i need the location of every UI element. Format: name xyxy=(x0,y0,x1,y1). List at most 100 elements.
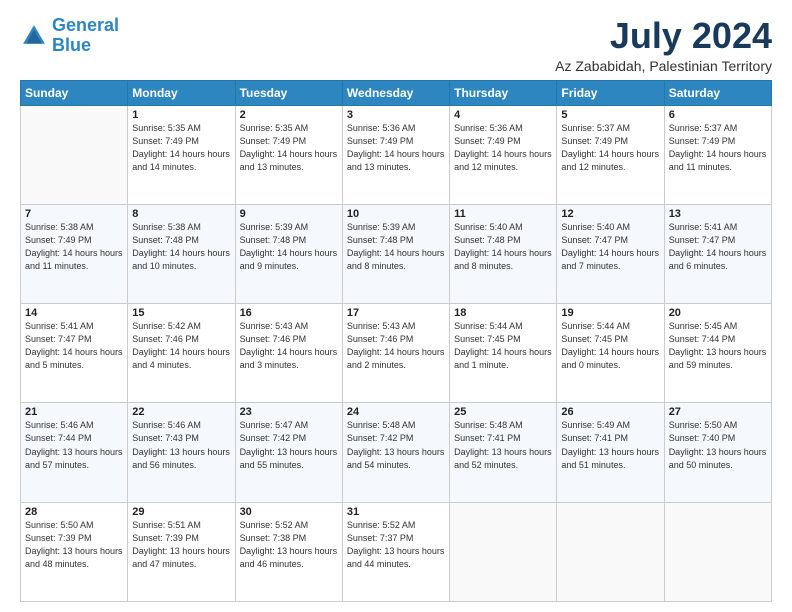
day-number: 24 xyxy=(347,406,445,418)
day-info: Sunrise: 5:47 AM Sunset: 7:42 PM Dayligh… xyxy=(240,419,338,471)
day-number: 5 xyxy=(561,109,659,121)
header-tuesday: Tuesday xyxy=(235,80,342,105)
table-row xyxy=(664,502,771,601)
day-info: Sunrise: 5:49 AM Sunset: 7:41 PM Dayligh… xyxy=(561,419,659,471)
table-row: 28 Sunrise: 5:50 AM Sunset: 7:39 PM Dayl… xyxy=(21,502,128,601)
header-saturday: Saturday xyxy=(664,80,771,105)
table-row: 9 Sunrise: 5:39 AM Sunset: 7:48 PM Dayli… xyxy=(235,204,342,303)
header: General Blue July 2024 Az Zababidah, Pal… xyxy=(20,16,772,74)
table-row: 4 Sunrise: 5:36 AM Sunset: 7:49 PM Dayli… xyxy=(450,105,557,204)
logo-blue: Blue xyxy=(52,35,91,55)
day-number: 16 xyxy=(240,307,338,319)
day-number: 26 xyxy=(561,406,659,418)
table-row: 31 Sunrise: 5:52 AM Sunset: 7:37 PM Dayl… xyxy=(342,502,449,601)
day-info: Sunrise: 5:43 AM Sunset: 7:46 PM Dayligh… xyxy=(347,320,445,372)
logo-icon xyxy=(20,22,48,50)
day-info: Sunrise: 5:38 AM Sunset: 7:48 PM Dayligh… xyxy=(132,221,230,273)
day-number: 11 xyxy=(454,208,552,220)
day-number: 25 xyxy=(454,406,552,418)
logo: General Blue xyxy=(20,16,119,56)
table-row: 23 Sunrise: 5:47 AM Sunset: 7:42 PM Dayl… xyxy=(235,403,342,502)
table-row: 25 Sunrise: 5:48 AM Sunset: 7:41 PM Dayl… xyxy=(450,403,557,502)
logo-text: General Blue xyxy=(52,16,119,56)
table-row: 20 Sunrise: 5:45 AM Sunset: 7:44 PM Dayl… xyxy=(664,304,771,403)
table-row: 29 Sunrise: 5:51 AM Sunset: 7:39 PM Dayl… xyxy=(128,502,235,601)
table-row: 12 Sunrise: 5:40 AM Sunset: 7:47 PM Dayl… xyxy=(557,204,664,303)
day-info: Sunrise: 5:35 AM Sunset: 7:49 PM Dayligh… xyxy=(132,122,230,174)
day-info: Sunrise: 5:36 AM Sunset: 7:49 PM Dayligh… xyxy=(347,122,445,174)
table-row: 11 Sunrise: 5:40 AM Sunset: 7:48 PM Dayl… xyxy=(450,204,557,303)
day-number: 1 xyxy=(132,109,230,121)
calendar-row: 14 Sunrise: 5:41 AM Sunset: 7:47 PM Dayl… xyxy=(21,304,772,403)
day-number: 9 xyxy=(240,208,338,220)
table-row: 19 Sunrise: 5:44 AM Sunset: 7:45 PM Dayl… xyxy=(557,304,664,403)
day-info: Sunrise: 5:42 AM Sunset: 7:46 PM Dayligh… xyxy=(132,320,230,372)
day-number: 14 xyxy=(25,307,123,319)
day-number: 13 xyxy=(669,208,767,220)
day-info: Sunrise: 5:36 AM Sunset: 7:49 PM Dayligh… xyxy=(454,122,552,174)
table-row: 21 Sunrise: 5:46 AM Sunset: 7:44 PM Dayl… xyxy=(21,403,128,502)
header-monday: Monday xyxy=(128,80,235,105)
day-info: Sunrise: 5:52 AM Sunset: 7:38 PM Dayligh… xyxy=(240,519,338,571)
day-number: 8 xyxy=(132,208,230,220)
day-number: 17 xyxy=(347,307,445,319)
day-number: 10 xyxy=(347,208,445,220)
day-number: 3 xyxy=(347,109,445,121)
table-row xyxy=(21,105,128,204)
title-block: July 2024 Az Zababidah, Palestinian Terr… xyxy=(555,16,772,74)
table-row: 30 Sunrise: 5:52 AM Sunset: 7:38 PM Dayl… xyxy=(235,502,342,601)
day-number: 2 xyxy=(240,109,338,121)
day-info: Sunrise: 5:41 AM Sunset: 7:47 PM Dayligh… xyxy=(669,221,767,273)
day-info: Sunrise: 5:48 AM Sunset: 7:41 PM Dayligh… xyxy=(454,419,552,471)
table-row xyxy=(557,502,664,601)
day-number: 20 xyxy=(669,307,767,319)
calendar: Sunday Monday Tuesday Wednesday Thursday… xyxy=(20,80,772,602)
calendar-header-row: Sunday Monday Tuesday Wednesday Thursday… xyxy=(21,80,772,105)
table-row: 8 Sunrise: 5:38 AM Sunset: 7:48 PM Dayli… xyxy=(128,204,235,303)
logo-general: General xyxy=(52,15,119,35)
day-number: 12 xyxy=(561,208,659,220)
day-info: Sunrise: 5:41 AM Sunset: 7:47 PM Dayligh… xyxy=(25,320,123,372)
table-row: 27 Sunrise: 5:50 AM Sunset: 7:40 PM Dayl… xyxy=(664,403,771,502)
day-info: Sunrise: 5:44 AM Sunset: 7:45 PM Dayligh… xyxy=(561,320,659,372)
day-info: Sunrise: 5:37 AM Sunset: 7:49 PM Dayligh… xyxy=(561,122,659,174)
day-info: Sunrise: 5:45 AM Sunset: 7:44 PM Dayligh… xyxy=(669,320,767,372)
day-info: Sunrise: 5:37 AM Sunset: 7:49 PM Dayligh… xyxy=(669,122,767,174)
day-number: 23 xyxy=(240,406,338,418)
table-row: 1 Sunrise: 5:35 AM Sunset: 7:49 PM Dayli… xyxy=(128,105,235,204)
location-title: Az Zababidah, Palestinian Territory xyxy=(555,58,772,74)
table-row: 24 Sunrise: 5:48 AM Sunset: 7:42 PM Dayl… xyxy=(342,403,449,502)
day-info: Sunrise: 5:46 AM Sunset: 7:43 PM Dayligh… xyxy=(132,419,230,471)
day-info: Sunrise: 5:39 AM Sunset: 7:48 PM Dayligh… xyxy=(240,221,338,273)
table-row: 16 Sunrise: 5:43 AM Sunset: 7:46 PM Dayl… xyxy=(235,304,342,403)
table-row: 2 Sunrise: 5:35 AM Sunset: 7:49 PM Dayli… xyxy=(235,105,342,204)
table-row: 3 Sunrise: 5:36 AM Sunset: 7:49 PM Dayli… xyxy=(342,105,449,204)
day-number: 28 xyxy=(25,506,123,518)
day-number: 6 xyxy=(669,109,767,121)
calendar-row: 21 Sunrise: 5:46 AM Sunset: 7:44 PM Dayl… xyxy=(21,403,772,502)
table-row: 5 Sunrise: 5:37 AM Sunset: 7:49 PM Dayli… xyxy=(557,105,664,204)
day-info: Sunrise: 5:38 AM Sunset: 7:49 PM Dayligh… xyxy=(25,221,123,273)
table-row: 15 Sunrise: 5:42 AM Sunset: 7:46 PM Dayl… xyxy=(128,304,235,403)
day-info: Sunrise: 5:46 AM Sunset: 7:44 PM Dayligh… xyxy=(25,419,123,471)
table-row: 10 Sunrise: 5:39 AM Sunset: 7:48 PM Dayl… xyxy=(342,204,449,303)
table-row: 6 Sunrise: 5:37 AM Sunset: 7:49 PM Dayli… xyxy=(664,105,771,204)
day-number: 22 xyxy=(132,406,230,418)
day-number: 4 xyxy=(454,109,552,121)
day-info: Sunrise: 5:52 AM Sunset: 7:37 PM Dayligh… xyxy=(347,519,445,571)
table-row: 26 Sunrise: 5:49 AM Sunset: 7:41 PM Dayl… xyxy=(557,403,664,502)
day-number: 31 xyxy=(347,506,445,518)
calendar-row: 7 Sunrise: 5:38 AM Sunset: 7:49 PM Dayli… xyxy=(21,204,772,303)
day-info: Sunrise: 5:48 AM Sunset: 7:42 PM Dayligh… xyxy=(347,419,445,471)
day-number: 7 xyxy=(25,208,123,220)
page: General Blue July 2024 Az Zababidah, Pal… xyxy=(0,0,792,612)
table-row: 14 Sunrise: 5:41 AM Sunset: 7:47 PM Dayl… xyxy=(21,304,128,403)
header-wednesday: Wednesday xyxy=(342,80,449,105)
day-info: Sunrise: 5:40 AM Sunset: 7:47 PM Dayligh… xyxy=(561,221,659,273)
month-title: July 2024 xyxy=(555,16,772,56)
table-row: 22 Sunrise: 5:46 AM Sunset: 7:43 PM Dayl… xyxy=(128,403,235,502)
header-thursday: Thursday xyxy=(450,80,557,105)
table-row xyxy=(450,502,557,601)
table-row: 17 Sunrise: 5:43 AM Sunset: 7:46 PM Dayl… xyxy=(342,304,449,403)
table-row: 7 Sunrise: 5:38 AM Sunset: 7:49 PM Dayli… xyxy=(21,204,128,303)
